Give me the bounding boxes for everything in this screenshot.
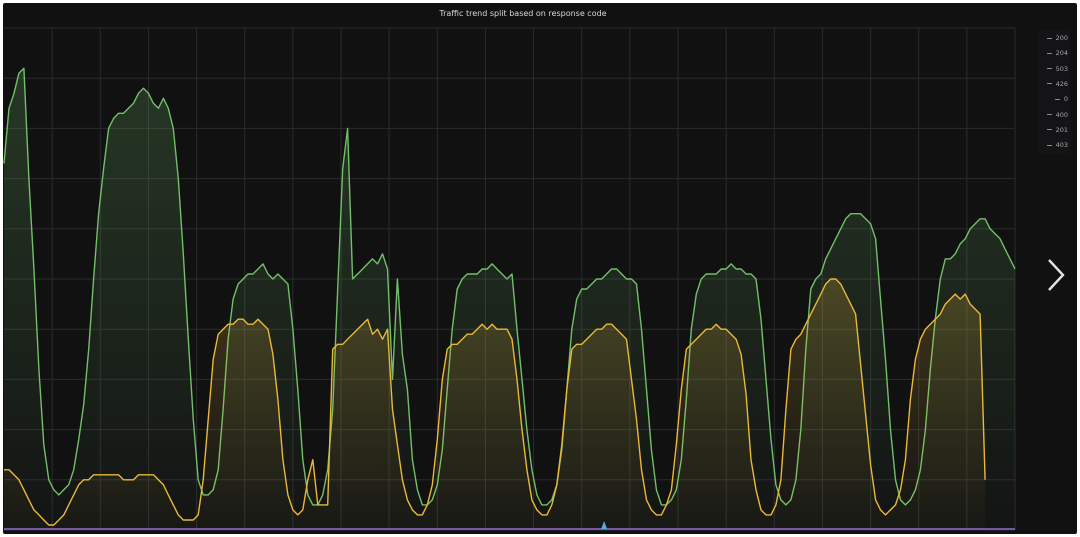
legend-item[interactable]: 201 xyxy=(1046,125,1068,134)
legend-item[interactable]: 204 xyxy=(1046,49,1068,58)
legend-item[interactable]: 503 xyxy=(1046,64,1068,73)
legend-label: 0 xyxy=(1063,95,1068,104)
legend: 200 204 503 426 0 400 201 403 xyxy=(1039,30,1071,154)
legend-label: 400 xyxy=(1055,110,1068,119)
legend-swatch xyxy=(1046,83,1052,85)
legend-label: 204 xyxy=(1055,49,1068,58)
legend-swatch xyxy=(1046,144,1052,146)
legend-swatch xyxy=(1054,98,1060,100)
legend-label: 403 xyxy=(1055,141,1068,150)
legend-item[interactable]: 400 xyxy=(1046,110,1068,119)
legend-swatch xyxy=(1046,52,1052,54)
chevron-right-icon[interactable] xyxy=(1043,257,1069,293)
legend-swatch xyxy=(1046,68,1052,70)
legend-swatch xyxy=(1046,129,1052,131)
legend-swatch xyxy=(1046,37,1052,39)
chart-panel: Traffic trend split based on response co… xyxy=(3,3,1077,534)
legend-swatch xyxy=(1046,114,1052,115)
legend-label: 200 xyxy=(1055,34,1068,42)
legend-item[interactable]: 200 xyxy=(1046,34,1068,42)
line-chart xyxy=(3,27,1016,531)
legend-item[interactable]: 0 xyxy=(1054,95,1068,104)
legend-label: 503 xyxy=(1055,64,1068,73)
legend-item[interactable]: 403 xyxy=(1046,141,1068,150)
legend-item[interactable]: 426 xyxy=(1046,79,1068,88)
legend-label: 201 xyxy=(1055,125,1068,134)
legend-label: 426 xyxy=(1055,79,1068,88)
